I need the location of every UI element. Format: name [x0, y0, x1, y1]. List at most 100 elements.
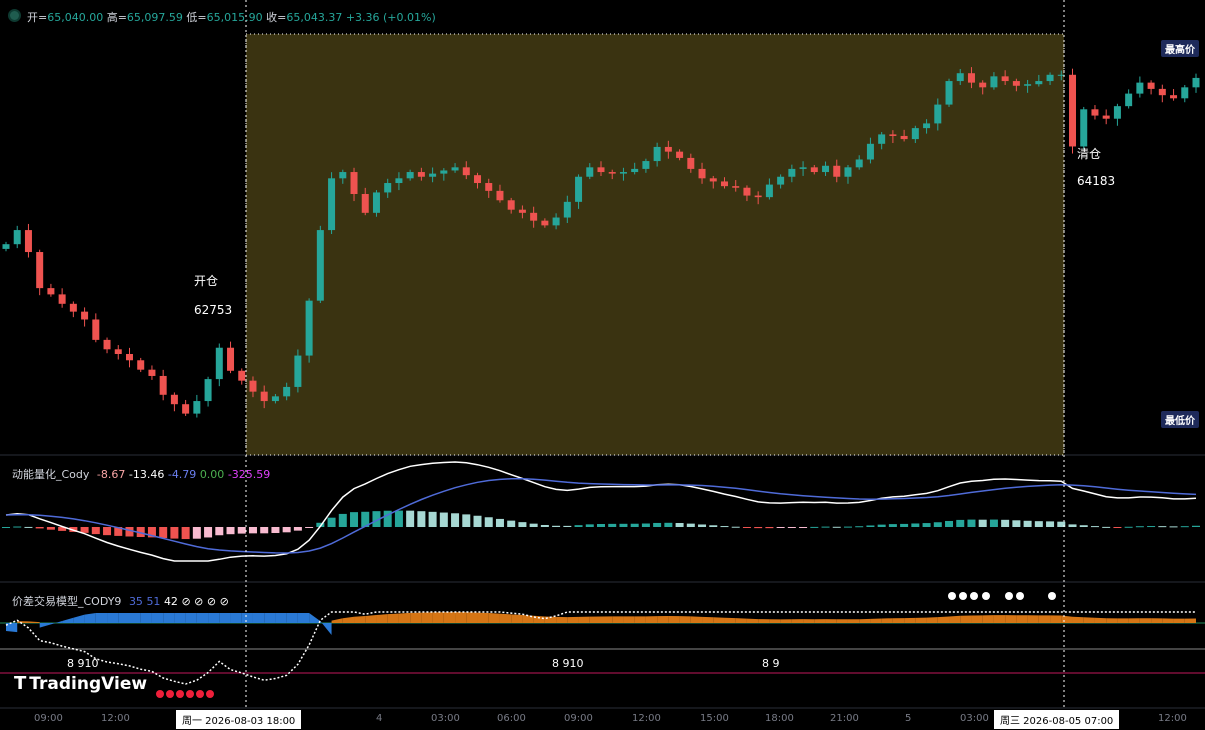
candle-body — [765, 184, 773, 198]
spread-area — [612, 616, 624, 623]
histogram-bar — [462, 514, 471, 527]
tradingview-logo[interactable]: 𝗧 TradingView — [14, 673, 147, 694]
time-tick: 09:00 — [34, 713, 63, 724]
open-position-price: 62753 — [194, 303, 233, 317]
histogram-bar — [911, 523, 920, 527]
signal-dot — [959, 592, 967, 600]
signal-dot — [176, 690, 184, 698]
histogram-bar — [1180, 526, 1189, 528]
histogram-bar — [709, 525, 718, 527]
histogram-bar — [866, 525, 875, 527]
spread-area — [881, 618, 893, 623]
candle-body — [810, 167, 818, 173]
signal-dot — [982, 592, 990, 600]
histogram-bar — [159, 527, 168, 539]
low-value: 65,015.90 — [206, 11, 263, 24]
candle-body — [204, 379, 212, 402]
spread-area — [1106, 618, 1118, 623]
signal-dot — [196, 690, 204, 698]
spread-area — [993, 615, 1006, 623]
histogram-bar — [1147, 526, 1156, 528]
signal-dot — [156, 690, 164, 698]
histogram-bar — [417, 511, 426, 527]
signal-dot — [1016, 592, 1024, 600]
histogram-bar — [574, 525, 583, 527]
spread-area — [870, 618, 882, 623]
time-tick: 06:00 — [497, 713, 526, 724]
spread-area — [859, 618, 871, 623]
indicator1-value-4: 0.00 — [199, 468, 225, 481]
spread-area — [1016, 615, 1028, 623]
histogram-bar — [888, 524, 897, 527]
candle-body — [945, 81, 953, 105]
indicator1-legend[interactable]: 动能量化_Cody -8.67 -13.46 -4.79 0.00 -325.5… — [12, 466, 270, 482]
candle-body — [47, 288, 55, 295]
spread-area — [634, 616, 646, 623]
symbol-status-icon[interactable] — [8, 9, 21, 22]
histogram-bar — [989, 519, 998, 527]
chart-canvas[interactable] — [0, 0, 1205, 730]
histogram-bar — [327, 517, 336, 527]
spread-area — [567, 616, 579, 623]
spread-area — [690, 616, 703, 623]
spread-area — [713, 617, 725, 623]
indicator2-value-1: 35 — [128, 595, 143, 608]
histogram-bar — [125, 527, 134, 537]
histogram-bar — [338, 513, 347, 527]
spread-area — [892, 618, 905, 623]
candle-body — [844, 167, 852, 177]
candle-body — [429, 173, 437, 177]
indicator2-legend[interactable]: 价差交易模型_CODY9 35 51 42 ⊘ ⊘ ⊘ ⊘ — [12, 593, 229, 609]
spread-area — [1117, 618, 1129, 623]
candle-body — [159, 375, 167, 395]
candle-body — [597, 167, 605, 173]
histogram-bar — [24, 526, 33, 528]
histogram-bar — [742, 527, 751, 528]
candle-body — [956, 73, 964, 82]
candle-body — [1181, 87, 1189, 99]
candle-body — [1024, 84, 1032, 86]
spread-area — [309, 613, 321, 623]
signal-dot — [970, 592, 978, 600]
candle-body — [563, 201, 571, 218]
candle-body — [1170, 95, 1178, 99]
indicator1-name[interactable]: 动能量化_Cody — [12, 468, 89, 481]
time-tick: 5 — [905, 713, 912, 724]
spread-area — [825, 619, 837, 623]
spread-area — [342, 616, 355, 623]
signal-line — [5, 478, 1197, 554]
histogram-bar — [1079, 525, 1088, 527]
indicator1-value-1: -8.67 — [96, 468, 126, 481]
signal-dot — [1048, 592, 1056, 600]
indicator2-name[interactable]: 价差交易模型_CODY9 — [12, 595, 121, 608]
spread-area — [140, 613, 152, 623]
spread-area — [241, 613, 253, 623]
chart-stage[interactable]: 开=65,040.00 高=65,097.59 低=65,015.90 收=65… — [0, 0, 1205, 730]
histogram-bar — [540, 524, 549, 527]
histogram-bar — [495, 518, 504, 527]
high-label: 高= — [106, 11, 127, 24]
spread-area — [679, 616, 691, 623]
histogram-bar — [350, 512, 359, 527]
histogram-bar — [1001, 519, 1010, 527]
candle-body — [653, 146, 661, 162]
histogram-bar — [484, 517, 493, 527]
spread-area — [151, 613, 164, 623]
histogram-bar — [1012, 520, 1021, 527]
histogram-bar — [507, 520, 516, 527]
main-legend: 开=65,040.00 高=65,097.59 低=65,015.90 收=65… — [8, 9, 436, 25]
spread-area — [73, 614, 85, 623]
indicator2-value-3: 42 — [163, 595, 178, 608]
spread-area — [443, 612, 456, 623]
indicator1-value-3: -4.79 — [167, 468, 197, 481]
spread-area — [511, 614, 523, 623]
candle-body — [518, 209, 526, 213]
candle-body — [1069, 74, 1077, 147]
histogram-bar — [248, 527, 257, 534]
histogram-bar — [35, 527, 44, 529]
candle-body — [294, 355, 302, 387]
candle-body — [642, 161, 650, 169]
candle-body — [13, 230, 21, 245]
candle-body — [911, 128, 919, 140]
crosshair-time-right: 周三 2026-08-05 07:00 — [994, 710, 1120, 729]
